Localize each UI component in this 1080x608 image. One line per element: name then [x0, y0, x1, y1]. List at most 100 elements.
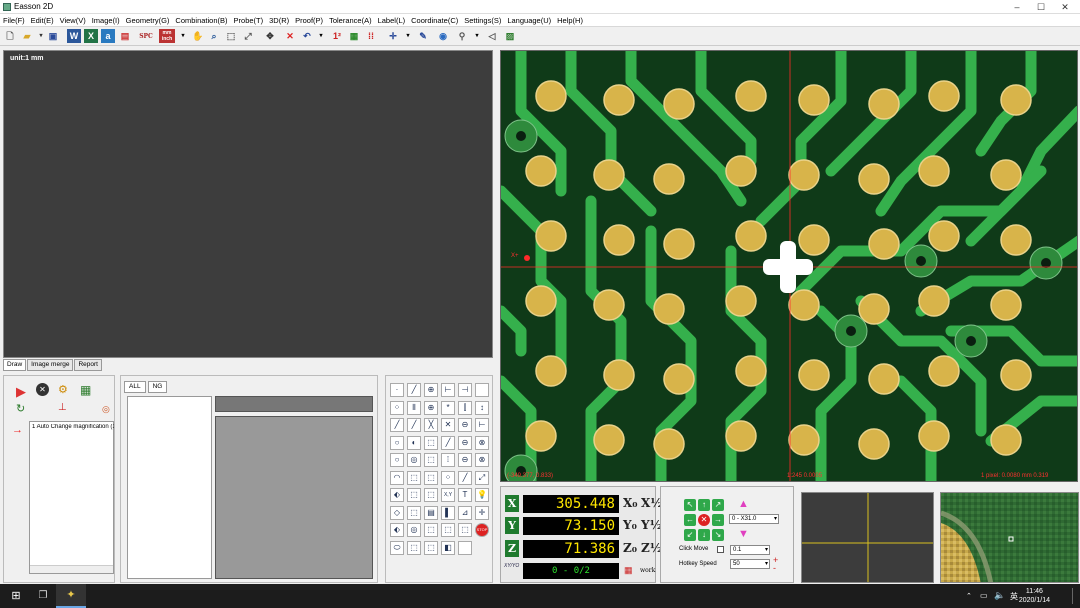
- run-icon[interactable]: ▶: [16, 384, 26, 400]
- menu-language[interactable]: Language(U): [504, 14, 554, 27]
- geometry-tool-9-icon[interactable]: ⊕: [424, 400, 438, 415]
- zoom-icon[interactable]: ⌕: [207, 29, 221, 43]
- work-icon[interactable]: ▦: [624, 565, 633, 576]
- geometry-tool-27-icon[interactable]: ⬚: [424, 453, 438, 467]
- menu-settings[interactable]: Settings(S): [461, 14, 504, 27]
- edit-doc-icon[interactable]: ✎: [416, 29, 430, 43]
- easson-app-icon[interactable]: ✦: [56, 584, 86, 608]
- open-folder-icon[interactable]: ▰: [20, 29, 34, 43]
- unit-toggle-button[interactable]: mm inch: [159, 29, 175, 43]
- geometry-tool-30-icon[interactable]: ⊗: [475, 453, 489, 467]
- move-down-icon[interactable]: ↓: [698, 529, 710, 541]
- geometry-tool-21-icon[interactable]: ⬚: [424, 435, 438, 450]
- tab-image-merge[interactable]: Image merge: [27, 359, 74, 371]
- geometry-tool-3-icon[interactable]: ⊕: [424, 383, 438, 397]
- tab-report[interactable]: Report: [74, 359, 102, 371]
- undo-dropdown-icon[interactable]: ▾: [314, 29, 328, 43]
- geometry-tool-41-icon[interactable]: T: [458, 488, 472, 502]
- geometry-tool-14-icon[interactable]: ╱: [407, 418, 421, 432]
- probe-dropdown-icon[interactable]: ▾: [470, 29, 484, 43]
- refresh-icon[interactable]: ↻: [16, 402, 25, 415]
- geometry-tool-37-icon[interactable]: ⬖: [390, 488, 404, 502]
- menu-geometry[interactable]: Geometry(G): [123, 14, 173, 27]
- stop-move-icon[interactable]: ✕: [698, 514, 710, 526]
- excel-export-icon[interactable]: X: [84, 29, 98, 43]
- geometry-tool-2-icon[interactable]: ╱: [407, 383, 421, 397]
- cursor-icon[interactable]: ✥: [263, 29, 277, 43]
- geometry-tool-15-icon[interactable]: ╳: [424, 418, 438, 432]
- previous-icon[interactable]: ◁: [485, 29, 499, 43]
- geometry-tool-44-icon[interactable]: ⬚: [407, 505, 421, 520]
- geometry-tool-52-icon[interactable]: ⬚: [441, 523, 455, 537]
- geometry-tool-45-icon[interactable]: ▤: [424, 505, 438, 520]
- z-up-icon[interactable]: ▲: [738, 498, 749, 510]
- volume-icon[interactable]: 🔈: [994, 590, 1005, 601]
- geometry-tool-16-icon[interactable]: ✕: [441, 418, 455, 432]
- menu-help[interactable]: Help(H): [554, 14, 586, 27]
- menu-3d[interactable]: 3D(R): [266, 14, 292, 27]
- geometry-tool-1-icon[interactable]: ·: [390, 383, 404, 397]
- speed-select[interactable]: 50: [730, 559, 770, 569]
- tab-ng[interactable]: NG: [147, 381, 168, 393]
- tab-draw[interactable]: Draw: [3, 359, 27, 371]
- fit-view-icon[interactable]: ⤢: [241, 29, 255, 43]
- geometry-tool-6-icon[interactable]: [475, 383, 489, 397]
- text-export-icon[interactable]: a: [101, 29, 115, 43]
- move-left-icon[interactable]: ←: [684, 514, 696, 526]
- geometry-tool-4-icon[interactable]: ⊢: [441, 383, 455, 397]
- geometry-tool-47-icon[interactable]: ⊿: [458, 505, 472, 520]
- geometry-tool-56-icon[interactable]: ⬚: [407, 540, 421, 555]
- geometry-tool-25-icon[interactable]: ○: [390, 453, 404, 467]
- geometry-tool-33-icon[interactable]: ⬚: [424, 470, 438, 485]
- menu-file[interactable]: File(F): [0, 14, 28, 27]
- geometry-tool-38-icon[interactable]: ⬚: [407, 488, 421, 502]
- command-list[interactable]: 1 Auto Change magnification (1: [29, 421, 114, 574]
- geometry-tool-23-icon[interactable]: ⊖: [458, 435, 472, 450]
- delete-icon[interactable]: ✕: [283, 29, 297, 43]
- menu-tolerance[interactable]: Tolerance(A): [326, 14, 375, 27]
- tab-all[interactable]: ALL: [124, 381, 146, 393]
- spc-button[interactable]: SPC: [136, 29, 156, 43]
- xy-toggle-button[interactable]: XY/YO: [504, 563, 520, 569]
- geometry-tool-40-icon[interactable]: X,Y: [441, 488, 455, 502]
- geometry-tool-18-icon[interactable]: ⊢: [475, 418, 489, 432]
- move-up-icon[interactable]: ↑: [698, 499, 710, 511]
- image-icon[interactable]: ▨: [503, 29, 517, 43]
- geometry-tool-12-icon[interactable]: ↕: [475, 400, 489, 415]
- geometry-tool-5-icon[interactable]: ⊣: [458, 383, 472, 397]
- menu-image[interactable]: Image(I): [89, 14, 123, 27]
- speed-minus-button[interactable]: -: [773, 563, 776, 573]
- menu-label[interactable]: Label(L): [375, 14, 409, 27]
- geometry-tool-59-icon[interactable]: [458, 540, 472, 555]
- clock[interactable]: 11:46 2020/1/14: [1019, 587, 1050, 605]
- geometry-tool-10-icon[interactable]: *: [441, 400, 455, 415]
- move-up-right-icon[interactable]: ↗: [712, 499, 724, 511]
- dot-grid-icon[interactable]: ⁞⁞: [364, 29, 378, 43]
- menu-proof[interactable]: Proof(P): [292, 14, 326, 27]
- show-desktop-button[interactable]: [1072, 588, 1073, 604]
- menu-edit[interactable]: Edit(E): [28, 14, 57, 27]
- menu-probe[interactable]: Probe(T): [231, 14, 267, 27]
- hand-icon[interactable]: ✋: [191, 29, 205, 43]
- move-right-icon[interactable]: →: [712, 514, 724, 526]
- pdf-export-icon[interactable]: ▤: [118, 29, 132, 43]
- start-windows-icon[interactable]: ⊞: [0, 584, 32, 608]
- auto-run-icon[interactable]: ⚙: [58, 383, 68, 396]
- axis-dropdown-icon[interactable]: ▾: [401, 29, 415, 43]
- z-zero-button[interactable]: Z₀: [623, 541, 637, 555]
- results-list[interactable]: [127, 396, 212, 579]
- geometry-tool-28-icon[interactable]: ⁞: [441, 453, 455, 467]
- select-region-icon[interactable]: ⬚: [224, 29, 238, 43]
- grid-icon[interactable]: ▦: [347, 29, 361, 43]
- geometry-tool-51-icon[interactable]: ⬚: [424, 523, 438, 537]
- magnification-select[interactable]: 0 - X31.0: [729, 514, 779, 524]
- geometry-tool-50-icon[interactable]: ◎: [407, 523, 421, 537]
- menu-view[interactable]: View(V): [57, 14, 89, 27]
- geometry-tool-22-icon[interactable]: ╱: [441, 435, 455, 450]
- geometry-tool-24-icon[interactable]: ⊗: [475, 435, 489, 450]
- word-export-icon[interactable]: W: [67, 29, 81, 43]
- click-move-checkbox[interactable]: [717, 546, 724, 553]
- geometry-tool-43-icon[interactable]: ◇: [390, 505, 404, 520]
- geometry-tool-11-icon[interactable]: ⫿: [458, 400, 472, 415]
- work-label[interactable]: work: [640, 567, 655, 574]
